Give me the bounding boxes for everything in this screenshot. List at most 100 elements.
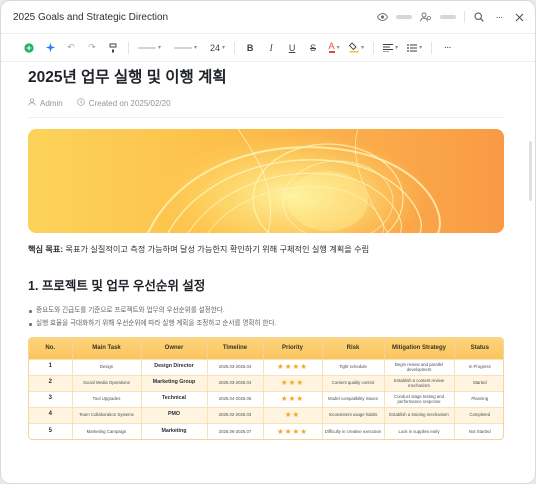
- cell-no[interactable]: 4: [29, 406, 73, 423]
- cell-task[interactable]: Team Collaboration Systems: [72, 406, 142, 423]
- cell-mitigation[interactable]: Establish a content review mechanism: [384, 374, 455, 391]
- block-style-select[interactable]: ▾: [138, 41, 161, 55]
- goal-label: 핵심 목표:: [28, 245, 64, 254]
- redo-icon[interactable]: ↷: [86, 41, 98, 55]
- undo-icon[interactable]: ↶: [65, 41, 77, 55]
- cell-mitigation[interactable]: Establish a training mechanism: [384, 406, 455, 423]
- cell-status[interactable]: Started: [454, 374, 503, 391]
- column-header-timeline[interactable]: Timeline: [207, 338, 264, 359]
- cell-mitigation[interactable]: Lock in supplies early: [384, 422, 455, 439]
- list-item[interactable]: 중요도와 긴급도를 기준으로 프로젝트와 업무의 우선순위를 설정한다.: [28, 304, 504, 317]
- cell-timeline[interactable]: 2025.02-2025.03: [207, 406, 264, 423]
- cell-timeline[interactable]: 2025.04-2025.05: [207, 390, 264, 407]
- close-icon[interactable]: [513, 11, 525, 23]
- cell-timeline[interactable]: 2025.03-2025.04: [207, 358, 264, 375]
- key-goal-text[interactable]: 핵심 목표: 목표가 실질적이고 측정 가능하며 달성 가능한지 확인하기 위해…: [28, 244, 504, 256]
- ai-sparkle-icon[interactable]: [44, 41, 56, 55]
- created-date: Created on 2025/02/20: [88, 99, 171, 108]
- divider: [464, 11, 465, 23]
- cell-risk[interactable]: Difficulty in creative execution: [322, 422, 385, 439]
- font-family-select[interactable]: ▾: [174, 41, 197, 55]
- cell-task[interactable]: Tool Upgrades: [72, 390, 142, 407]
- text-color-button[interactable]: A ▾: [328, 41, 340, 55]
- more-tools-icon[interactable]: ···: [441, 41, 453, 55]
- cell-risk[interactable]: Content quality control: [322, 374, 385, 391]
- cell-status[interactable]: In Progress: [454, 358, 503, 375]
- column-header-main-task[interactable]: Main Task: [72, 338, 142, 359]
- list-item[interactable]: 실행 효율을 극대화하기 위해 우선순위에 따라 실행 계획을 조정하고 순서를…: [28, 317, 504, 330]
- column-header-mitigation[interactable]: Mitigation Strategy: [384, 338, 455, 359]
- cell-priority-stars[interactable]: ★★★★: [263, 422, 323, 439]
- cell-owner[interactable]: Design Director: [141, 358, 208, 375]
- abstract-glass-art: [128, 129, 441, 233]
- user-icon: [28, 98, 36, 108]
- column-header-priority[interactable]: Priority: [263, 338, 323, 359]
- column-header-no[interactable]: No.: [29, 338, 73, 359]
- cell-no[interactable]: 3: [29, 390, 73, 407]
- bullet-list: 중요도와 긴급도를 기준으로 프로젝트와 업무의 우선순위를 설정한다. 실행 …: [28, 304, 504, 330]
- cell-no[interactable]: 5: [29, 422, 73, 439]
- align-icon[interactable]: ▾: [383, 41, 398, 55]
- cell-no[interactable]: 1: [29, 358, 73, 375]
- cell-owner[interactable]: Marketing: [141, 422, 208, 439]
- title-bar: 2025 Goals and Strategic Direction ···: [1, 1, 535, 34]
- page-title[interactable]: 2025년 업무 실행 및 이행 계획: [28, 67, 504, 89]
- font-size-select[interactable]: 24 ▾: [210, 41, 225, 55]
- author-info: Admin: [28, 98, 63, 108]
- text-color-label: A: [328, 41, 335, 53]
- collaborators-placeholder: [440, 15, 456, 19]
- cell-priority-stars[interactable]: ★★★★: [263, 358, 323, 375]
- scrollbar[interactable]: [529, 141, 532, 201]
- cell-risk[interactable]: Model compatibility issues: [322, 390, 385, 407]
- table-row: 4 Team Collaboration Systems PMO 2025.02…: [29, 406, 503, 423]
- cell-risk[interactable]: Tight schedule: [322, 358, 385, 375]
- cell-timeline[interactable]: 2025.06-2025.07: [207, 422, 264, 439]
- cell-risk[interactable]: Inconsistent usage habits: [322, 406, 385, 423]
- section-heading[interactable]: 1. 프로젝트 및 업무 우선순위 설정: [28, 278, 504, 294]
- list-icon[interactable]: ▾: [407, 41, 422, 55]
- search-icon[interactable]: [473, 11, 485, 23]
- cell-status[interactable]: Planning: [454, 390, 503, 407]
- cell-priority-stars[interactable]: ★★★: [263, 374, 323, 391]
- cell-mitigation[interactable]: Begin review and parallel development: [384, 358, 455, 375]
- cell-task[interactable]: Marketing Campaign: [72, 422, 142, 439]
- italic-button[interactable]: I: [265, 41, 277, 55]
- cell-timeline[interactable]: 2025.03-2025.04: [207, 374, 264, 391]
- goal-description: 목표가 실질적이고 측정 가능하며 달성 가능한지 확인하기 위해 구체적인 실…: [63, 245, 370, 254]
- column-header-owner[interactable]: Owner: [141, 338, 208, 359]
- document-body: 2025년 업무 실행 및 이행 계획 Admin Created on 202…: [28, 63, 504, 440]
- cell-task[interactable]: Design: [72, 358, 142, 375]
- task-table: No. Main Task Owner Timeline Priority Ri…: [28, 337, 504, 440]
- column-header-status[interactable]: Status: [454, 338, 503, 359]
- strikethrough-button[interactable]: S: [307, 41, 319, 55]
- table-row: 5 Marketing Campaign Marketing 2025.06-2…: [29, 422, 503, 439]
- bold-button[interactable]: B: [244, 41, 256, 55]
- clock-icon: [76, 98, 85, 108]
- font-size-value: 24: [210, 42, 221, 53]
- cell-owner[interactable]: Marketing Group: [141, 374, 208, 391]
- share-users-icon[interactable]: [420, 11, 432, 23]
- divider: [28, 117, 504, 118]
- cell-status[interactable]: Not Started: [454, 422, 503, 439]
- divider: [431, 41, 433, 54]
- cell-owner[interactable]: Technical: [141, 390, 208, 407]
- add-block-icon[interactable]: [23, 41, 35, 55]
- cell-task[interactable]: Social Media Operations: [72, 374, 142, 391]
- more-options-icon[interactable]: ···: [493, 11, 505, 23]
- cell-status[interactable]: Completed: [454, 406, 503, 423]
- format-painter-icon[interactable]: [107, 41, 119, 55]
- highlight-icon[interactable]: ▾: [349, 41, 364, 55]
- cell-mitigation[interactable]: Conduct stage testing and performance re…: [384, 390, 455, 407]
- table-row: 1 Design Design Director 2025.03-2025.04…: [29, 358, 503, 375]
- table-row: 3 Tool Upgrades Technical 2025.04-2025.0…: [29, 390, 503, 407]
- cell-owner[interactable]: PMO: [141, 406, 208, 423]
- column-header-risk[interactable]: Risk: [322, 338, 385, 359]
- cell-priority-stars[interactable]: ★★: [263, 406, 323, 423]
- document-title-tab[interactable]: 2025 Goals and Strategic Direction: [13, 12, 376, 23]
- divider: [373, 41, 375, 54]
- cover-image: [28, 129, 504, 233]
- cell-priority-stars[interactable]: ★★★: [263, 390, 323, 407]
- eye-icon[interactable]: [376, 11, 388, 23]
- underline-button[interactable]: U: [286, 41, 298, 55]
- cell-no[interactable]: 2: [29, 374, 73, 391]
